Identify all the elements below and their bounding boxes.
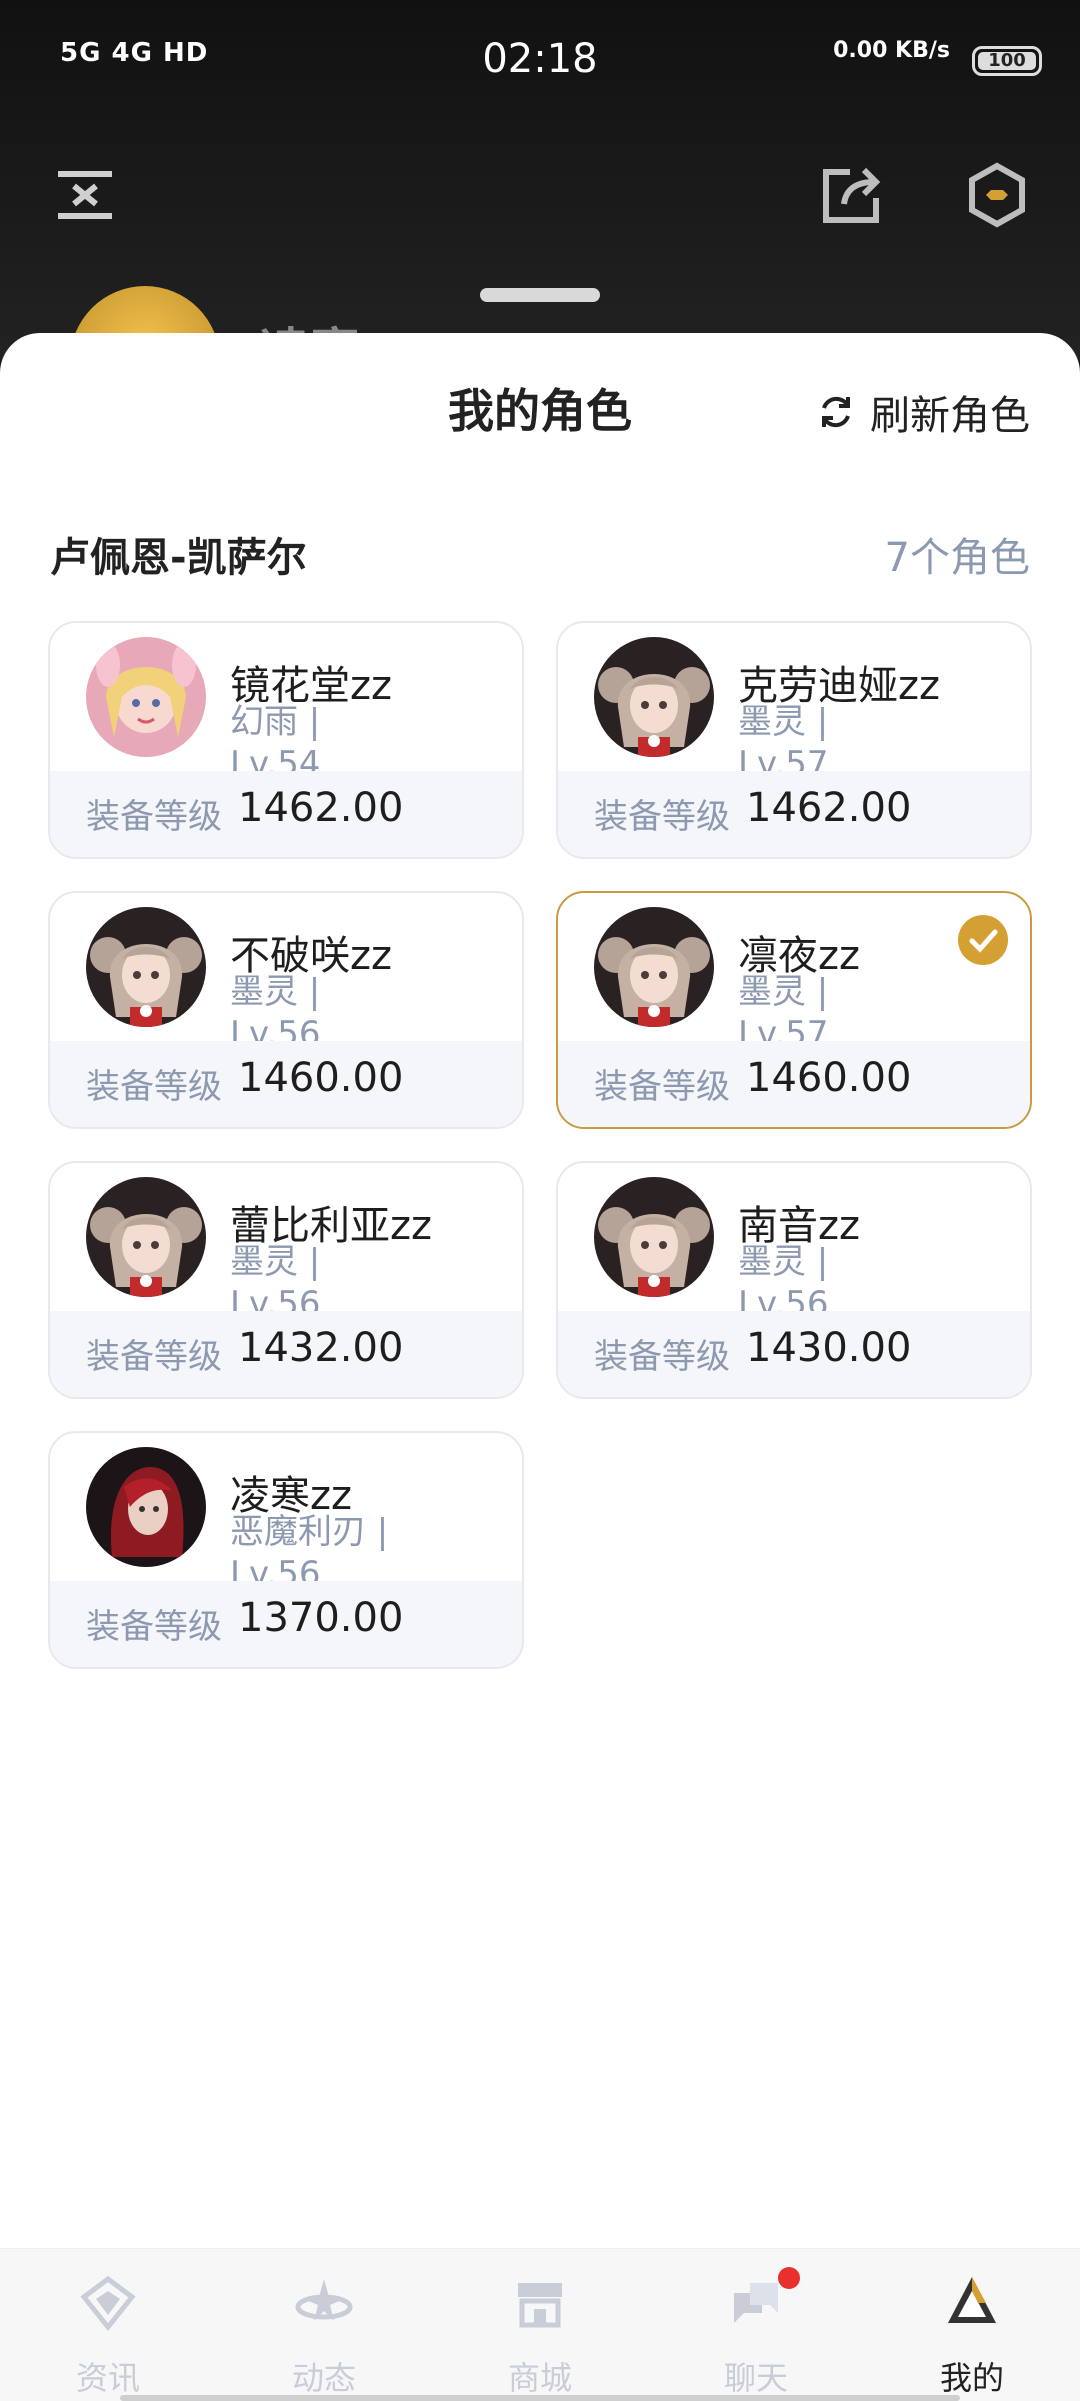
tab-profile[interactable]: 我的 (864, 2249, 1080, 2401)
notification-dot (778, 2267, 800, 2289)
card-header: 镜花堂zz 幻雨 | Lv.54 (50, 623, 522, 784)
equip-level-value: 1370.00 (238, 1595, 404, 1641)
equip-level-value: 1430.00 (746, 1325, 912, 1371)
card-header: 南音zz 墨灵 | Lv.56 (558, 1163, 1030, 1324)
server-name: 卢佩恩-凯萨尔 (50, 535, 307, 581)
equip-row: 装备等级 1370.00 (50, 1581, 522, 1667)
chat-icon (726, 2273, 786, 2333)
equip-level-label: 装备等级 (86, 1067, 222, 1107)
card-header: 克劳迪娅zz 墨灵 | Lv.57 (558, 623, 1030, 784)
sheet-grabber[interactable] (480, 288, 600, 302)
equip-level-value: 1462.00 (238, 785, 404, 831)
equip-level-value: 1462.00 (746, 785, 912, 831)
character-card[interactable]: 蕾比利亚zz 墨灵 | Lv.56 装备等级 1432.00 (48, 1161, 524, 1399)
refresh-label: 刷新角色 (870, 393, 1030, 439)
equip-level-label: 装备等级 (86, 1607, 222, 1647)
character-avatar (86, 1447, 206, 1567)
equip-row: 装备等级 1462.00 (558, 771, 1030, 857)
refresh-icon (822, 396, 850, 428)
character-avatar (86, 1177, 206, 1297)
card-header: 蕾比利亚zz 墨灵 | Lv.56 (50, 1163, 522, 1324)
role-count: 7个角色 (884, 535, 1030, 581)
shop-icon (510, 2273, 570, 2333)
feed-icon (294, 2273, 354, 2333)
equip-level-label: 装备等级 (594, 797, 730, 837)
equip-level-label: 装备等级 (86, 797, 222, 837)
home-indicator[interactable] (120, 2395, 960, 2401)
equip-level-label: 装备等级 (594, 1067, 730, 1107)
equip-level-value: 1460.00 (746, 1055, 912, 1101)
equip-level-value: 1460.00 (238, 1055, 404, 1101)
selected-check-icon (958, 915, 1008, 965)
character-avatar (594, 907, 714, 1027)
character-avatar (594, 1177, 714, 1297)
equip-level-value: 1432.00 (238, 1325, 404, 1371)
equip-level-label: 装备等级 (86, 1337, 222, 1377)
tab-chat[interactable]: 聊天 (648, 2249, 864, 2401)
tab-feed[interactable]: 动态 (216, 2249, 432, 2401)
character-card[interactable]: 克劳迪娅zz 墨灵 | Lv.57 装备等级 1462.00 (556, 621, 1032, 859)
equip-row: 装备等级 1462.00 (50, 771, 522, 857)
share-icon[interactable] (816, 160, 886, 230)
tab-label: 聊天 (723, 2359, 788, 2397)
card-header: 不破咲zz 墨灵 | Lv.56 (50, 893, 522, 1054)
net-speed: 0.00 KB/s (833, 38, 950, 63)
tab-news[interactable]: 资讯 (0, 2249, 216, 2401)
battery-icon: 100 (972, 46, 1042, 76)
refresh-button[interactable]: 刷新角色 (816, 383, 1030, 441)
character-card[interactable]: 不破咲zz 墨灵 | Lv.56 装备等级 1460.00 (48, 891, 524, 1129)
card-header: 凛夜zz 墨灵 | Lv.57 (558, 893, 1030, 1054)
tab-label: 动态 (291, 2359, 356, 2397)
equip-row: 装备等级 1460.00 (558, 1041, 1030, 1127)
character-avatar (594, 637, 714, 757)
tab-shop[interactable]: 商城 (432, 2249, 648, 2401)
settings-icon[interactable] (962, 160, 1032, 230)
character-card[interactable]: 凛夜zz 墨灵 | Lv.57 装备等级 1460.00 (556, 891, 1032, 1129)
character-card[interactable]: 镜花堂zz 幻雨 | Lv.54 装备等级 1462.00 (48, 621, 524, 859)
character-card[interactable]: 南音zz 墨灵 | Lv.56 装备等级 1430.00 (556, 1161, 1032, 1399)
bottom-tab-bar: 资讯 动态 商城 聊天 我的 (0, 2248, 1080, 2401)
equip-level-label: 装备等级 (594, 1337, 730, 1377)
status-bar: 5G 4G HD 02:18 0.00 KB/s 100 (0, 0, 1080, 120)
my-characters-sheet: 我的角色 刷新角色 卢佩恩-凯萨尔 7个角色 镜花堂zz 幻雨 | Lv.54 装备… (0, 333, 1080, 2248)
profile-icon (942, 2273, 1002, 2333)
equip-row: 装备等级 1432.00 (50, 1311, 522, 1397)
news-icon (78, 2273, 138, 2333)
tab-label: 商城 (507, 2359, 572, 2397)
character-avatar (86, 907, 206, 1027)
menu-icon[interactable] (50, 160, 120, 230)
equip-row: 装备等级 1460.00 (50, 1041, 522, 1127)
character-avatar (86, 637, 206, 757)
tab-label: 资讯 (75, 2359, 140, 2397)
card-header: 凌寒zz 恶魔利刃 | Lv.56 (50, 1433, 522, 1594)
equip-row: 装备等级 1430.00 (558, 1311, 1030, 1397)
tab-label: 我的 (939, 2359, 1004, 2397)
character-card[interactable]: 凌寒zz 恶魔利刃 | Lv.56 装备等级 1370.00 (48, 1431, 524, 1669)
